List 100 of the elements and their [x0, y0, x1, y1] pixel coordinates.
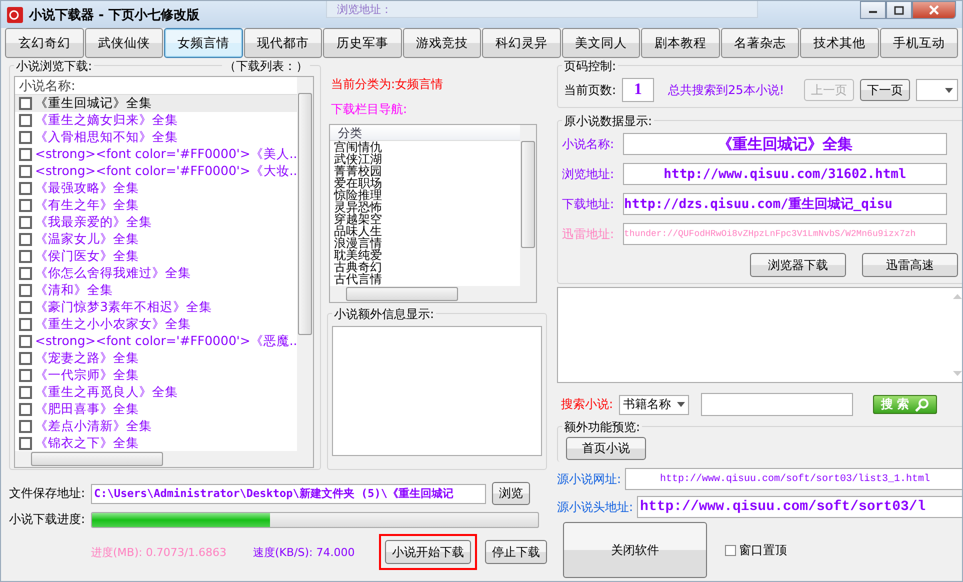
- checkbox[interactable]: [19, 97, 32, 110]
- field-label: 迅雷地址:: [562, 226, 616, 242]
- download-button[interactable]: 小说开始下载: [385, 540, 471, 564]
- novel-row[interactable]: 《豪门惊梦3素年不相迟》全集: [15, 299, 298, 316]
- maximize-button[interactable]: [886, 1, 912, 19]
- novel-row[interactable]: 《清和》全集: [15, 282, 298, 299]
- category-item[interactable]: 品味人生: [330, 225, 520, 237]
- source-url-field[interactable]: http://www.qisuu.com/soft/sort03/l: [637, 496, 962, 518]
- checkbox[interactable]: [19, 114, 32, 127]
- checkbox[interactable]: [19, 420, 32, 433]
- close-app-button[interactable]: 关闭软件: [563, 522, 707, 578]
- download-option-button[interactable]: 浏览器下载: [750, 253, 846, 277]
- category-tab[interactable]: 美文同人: [562, 28, 640, 58]
- novel-row[interactable]: 《一代宗师》全集: [15, 367, 298, 384]
- category-tab[interactable]: 名著杂志: [720, 28, 799, 58]
- novel-row[interactable]: 《重生之再觅良人》全集: [15, 384, 298, 401]
- search-field[interactable]: [701, 393, 854, 416]
- category-tab[interactable]: 武侠仙侠: [84, 28, 163, 58]
- category-item[interactable]: 耽美纯爱: [330, 249, 520, 261]
- checkbox[interactable]: [19, 352, 32, 365]
- home-novels-button[interactable]: 首页小说: [566, 437, 646, 460]
- vertical-scrollbar[interactable]: [520, 125, 536, 286]
- checkbox[interactable]: [19, 199, 32, 212]
- checkbox[interactable]: [19, 267, 32, 280]
- source-label: 源小说头地址:: [557, 498, 634, 516]
- data-field[interactable]: http://dzs.qisuu.com/重生回城记_qisu: [623, 193, 947, 215]
- app-logo-icon: [7, 6, 23, 22]
- novel-title: 《锦衣之下》全集: [35, 435, 139, 451]
- category-item[interactable]: 古典奇幻: [330, 261, 520, 273]
- horizontal-scrollbar[interactable]: [15, 451, 313, 467]
- checkbox[interactable]: [19, 403, 32, 416]
- novel-row[interactable]: 《宠妻之路》全集: [15, 350, 298, 367]
- browse-button[interactable]: 浏览: [492, 482, 530, 505]
- category-tab[interactable]: 手机互动: [880, 28, 958, 58]
- novel-row[interactable]: 《侯门医女》全集: [15, 248, 298, 265]
- save-path-field[interactable]: C:\Users\Administrator\Desktop\新建文件夹 (5)\《重生回城记: [91, 484, 486, 504]
- checkbox[interactable]: [19, 318, 32, 331]
- novel-row[interactable]: 《重生之嫡女归来》全集: [15, 112, 298, 129]
- novel-row[interactable]: 《入骨相思知不知》全集: [15, 129, 298, 146]
- category-item[interactable]: 古代言情: [330, 273, 520, 285]
- category-tab[interactable]: 技术其他: [800, 28, 878, 58]
- search-mode-dropdown[interactable]: 书籍名称: [619, 394, 690, 414]
- novel-row[interactable]: 《差点小清新》全集: [15, 418, 298, 435]
- category-item[interactable]: 爱在职场: [330, 177, 520, 189]
- horizontal-scrollbar[interactable]: [330, 286, 536, 302]
- vertical-scrollbar[interactable]: [953, 294, 962, 376]
- category-tab[interactable]: 剧本教程: [641, 28, 720, 58]
- checkbox[interactable]: [19, 216, 32, 229]
- window-title: 小说下载器 - 下页小七修改版: [29, 6, 200, 24]
- novel-row[interactable]: 《温家女儿》全集: [15, 231, 298, 248]
- checkbox[interactable]: [19, 301, 32, 314]
- category-item[interactable]: 武侠江湖: [330, 153, 520, 165]
- checkbox[interactable]: [19, 386, 32, 399]
- novel-row[interactable]: 《重生之小小农家女》全集: [15, 316, 298, 333]
- page-dropdown[interactable]: [916, 79, 958, 101]
- checkbox[interactable]: [19, 284, 32, 297]
- category-item[interactable]: 菁菁校园: [330, 165, 520, 177]
- checkbox[interactable]: [19, 148, 32, 161]
- checkbox[interactable]: [19, 131, 32, 144]
- novel-title: 《豪门惊梦3素年不相迟》全集: [35, 299, 212, 316]
- novel-row[interactable]: 《有生之年》全集: [15, 197, 298, 214]
- page-button[interactable]: 下一页: [860, 79, 910, 101]
- novel-row[interactable]: 《你怎么舍得我难过》全集: [15, 265, 298, 282]
- category-tab[interactable]: 女频言情: [164, 28, 242, 58]
- checkbox[interactable]: [19, 369, 32, 382]
- novel-row[interactable]: 《肥田喜事》全集: [15, 401, 298, 418]
- category-item[interactable]: 穿越架空: [330, 213, 520, 225]
- checkbox[interactable]: [725, 544, 736, 556]
- category-tab[interactable]: 科幻灵异: [482, 28, 560, 58]
- checkbox[interactable]: [19, 182, 32, 195]
- category-tab[interactable]: 现代都市: [244, 28, 322, 58]
- group-title: 小说额外信息显示:: [332, 306, 436, 323]
- checkbox[interactable]: [19, 233, 32, 246]
- novel-row[interactable]: 《我最亲爱的》全集: [15, 214, 298, 231]
- checkbox[interactable]: [19, 165, 32, 178]
- data-field[interactable]: 《重生回城记》全集: [623, 133, 947, 155]
- category-item[interactable]: 浪漫言情: [330, 237, 520, 249]
- checkbox[interactable]: [19, 250, 32, 263]
- page-field[interactable]: 1: [622, 78, 654, 102]
- download-button[interactable]: 停止下载: [485, 540, 547, 564]
- category-item[interactable]: 灵异恐怖: [330, 201, 520, 213]
- novel-row[interactable]: 《锦衣之下》全集: [15, 435, 298, 451]
- vertical-scrollbar[interactable]: [297, 77, 313, 451]
- source-url-field[interactable]: http://www.qisuu.com/soft/sort03/list3_1.html: [625, 468, 962, 490]
- speed-text: 速度(KB/S): 74.000: [252, 544, 356, 560]
- checkbox[interactable]: [19, 437, 32, 450]
- novel-row[interactable]: 《重生回城记》全集: [15, 95, 298, 112]
- download-option-button[interactable]: 迅雷高速: [862, 253, 958, 277]
- category-tab[interactable]: 历史军事: [323, 28, 402, 58]
- category-tab[interactable]: 游戏竞技: [402, 28, 481, 58]
- category-tab[interactable]: 玄幻奇幻: [5, 28, 84, 58]
- data-field[interactable]: http://www.qisuu.com/31602.html: [623, 163, 947, 185]
- group-title: 额外功能预览:: [562, 419, 642, 436]
- minimize-button[interactable]: [860, 1, 886, 19]
- category-item[interactable]: 宫闱情仇: [330, 141, 520, 153]
- checkbox[interactable]: [19, 335, 32, 348]
- novel-row[interactable]: 《最强攻略》全集: [15, 180, 298, 197]
- novel-title: 《有生之年》全集: [35, 197, 139, 214]
- close-button[interactable]: [912, 1, 956, 19]
- category-item[interactable]: 惊险推理: [330, 189, 520, 201]
